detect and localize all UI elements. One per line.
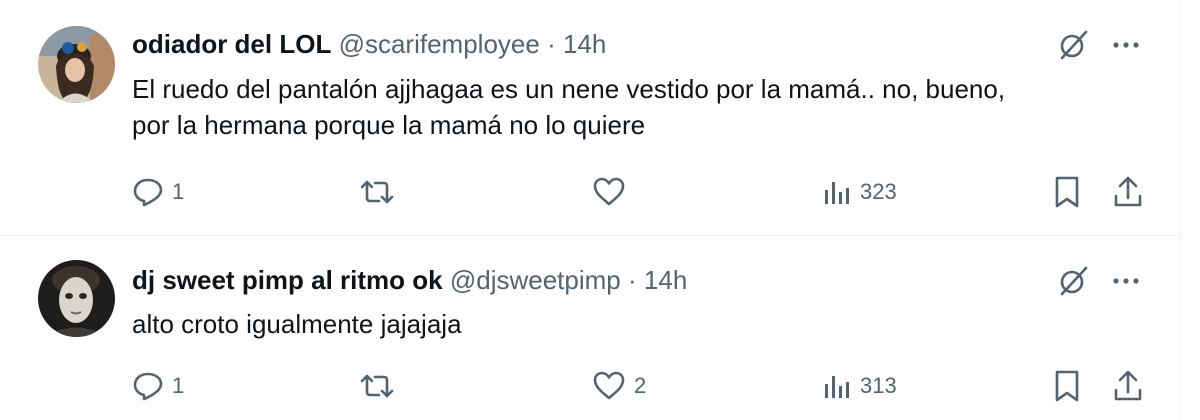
- reply-icon: [133, 372, 163, 401]
- views-icon: [825, 182, 849, 204]
- share-button[interactable]: [1112, 172, 1144, 212]
- share-icon: [1114, 176, 1142, 207]
- like-count: 2: [634, 373, 647, 398]
- timestamp[interactable]: 14h: [644, 265, 687, 295]
- like-icon: [593, 177, 625, 206]
- views-icon: [825, 376, 849, 398]
- bookmark-icon: [1055, 370, 1079, 402]
- view-count: 313: [860, 373, 897, 398]
- more-icon[interactable]: [1112, 276, 1140, 286]
- like-icon: [593, 371, 625, 400]
- more-icon[interactable]: [1112, 40, 1140, 50]
- like-button[interactable]: 2: [592, 366, 646, 406]
- retweet-button[interactable]: [358, 366, 404, 406]
- views-button[interactable]: 323: [822, 172, 897, 212]
- avatar[interactable]: [38, 260, 115, 337]
- views-button[interactable]: 313: [822, 366, 897, 406]
- bookmark-button[interactable]: [1052, 172, 1082, 212]
- reply-button[interactable]: 1: [132, 366, 184, 406]
- tweet[interactable]: dj sweet pimp al ritmo ok @djsweetpimp ·…: [0, 236, 1180, 420]
- tweet-actions: 1 323: [132, 172, 1144, 212]
- retweet-button[interactable]: [358, 172, 404, 212]
- tweet-text: El ruedo del pantalón ajjhagaa es un nen…: [132, 71, 1152, 143]
- tweet[interactable]: odiador del LOL @scarifemployee · 14h El…: [0, 0, 1180, 235]
- view-count: 323: [860, 179, 897, 204]
- tweet-text-line: por la hermana porque la mamá no lo quie…: [132, 110, 646, 140]
- timeline-border: [1180, 0, 1181, 420]
- reply-button[interactable]: 1: [132, 172, 184, 212]
- like-button[interactable]: [592, 172, 634, 212]
- timestamp[interactable]: 14h: [563, 29, 606, 59]
- tweet-text-line: El ruedo del pantalón ajjhagaa es un nen…: [132, 74, 1006, 104]
- tweet-header: dj sweet pimp al ritmo ok @djsweetpimp ·…: [132, 264, 687, 296]
- retweet-icon: [360, 374, 394, 398]
- tweet-text: alto croto igualmente jajajaja: [132, 306, 1152, 342]
- display-name[interactable]: dj sweet pimp al ritmo ok: [132, 265, 443, 295]
- tweet-text-line: alto croto igualmente jajajaja: [132, 309, 462, 339]
- tweet-top-actions: [1056, 28, 1140, 62]
- user-handle[interactable]: @djsweetpimp: [450, 265, 621, 295]
- display-name[interactable]: odiador del LOL: [132, 29, 331, 59]
- separator-dot: ·: [547, 29, 556, 59]
- bookmark-icon: [1055, 176, 1079, 208]
- separator-dot: ·: [628, 265, 637, 295]
- reply-count: 1: [172, 179, 185, 204]
- share-button[interactable]: [1112, 366, 1144, 406]
- tweet-actions: 1 2 313: [132, 366, 1144, 406]
- bookmark-button[interactable]: [1052, 366, 1082, 406]
- tweet-top-actions: [1056, 264, 1140, 298]
- user-handle[interactable]: @scarifemployee: [339, 29, 540, 59]
- reply-icon: [133, 178, 163, 207]
- share-icon: [1114, 370, 1142, 401]
- grok-icon[interactable]: [1056, 28, 1090, 62]
- reply-count: 1: [172, 373, 185, 398]
- avatar[interactable]: [38, 26, 115, 103]
- tweet-header: odiador del LOL @scarifemployee · 14h: [132, 28, 606, 60]
- grok-icon[interactable]: [1056, 264, 1090, 298]
- reply-feed: odiador del LOL @scarifemployee · 14h El…: [0, 0, 1200, 420]
- retweet-icon: [360, 180, 394, 204]
